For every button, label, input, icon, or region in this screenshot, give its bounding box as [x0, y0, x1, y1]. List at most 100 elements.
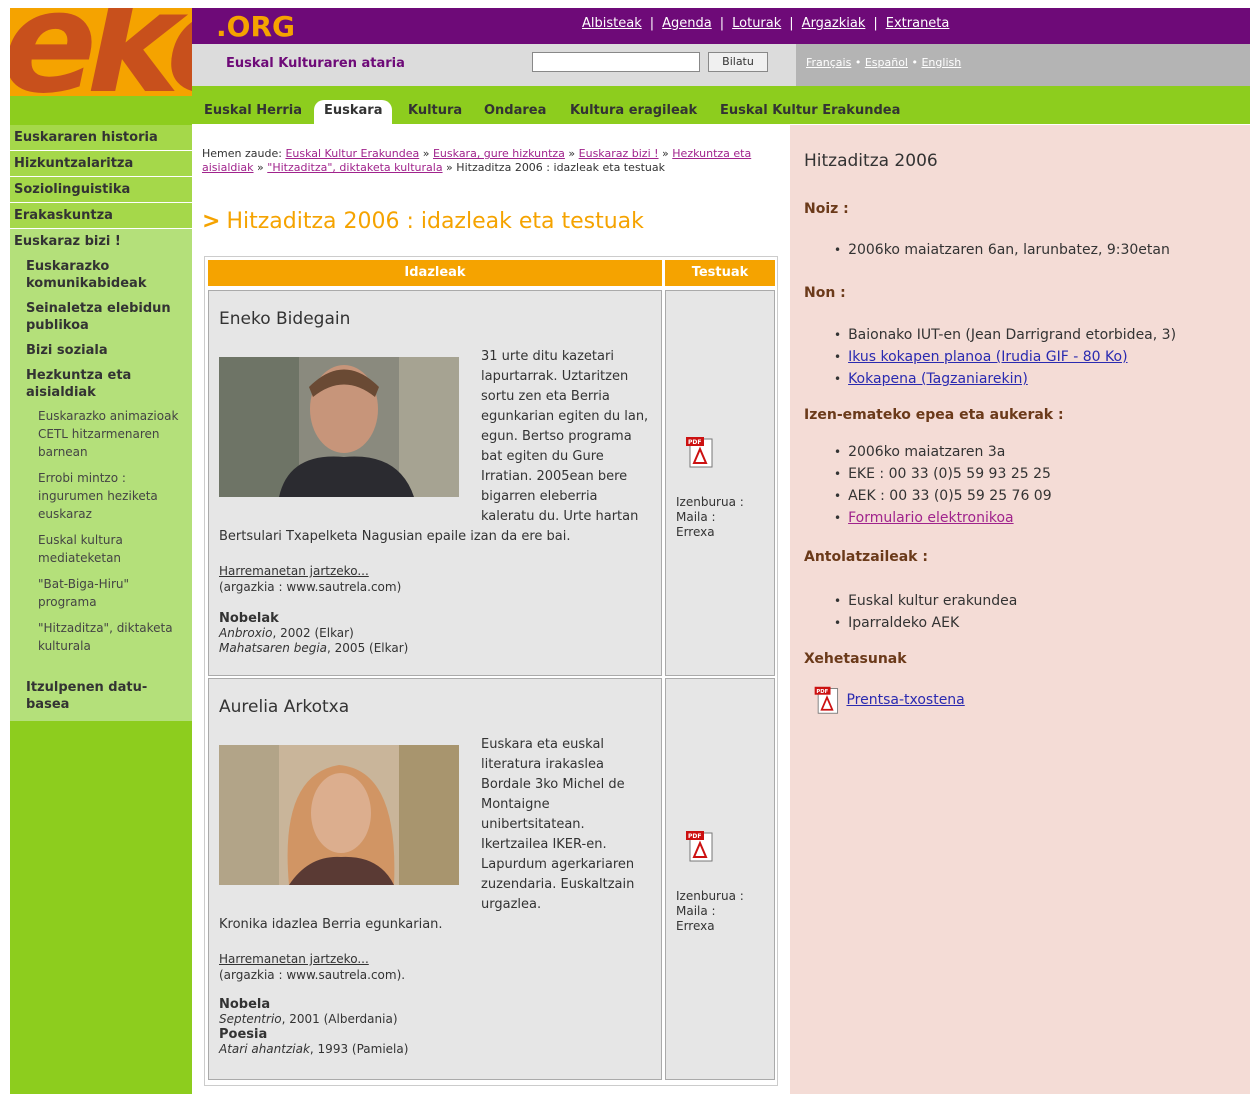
- svg-text:PDF: PDF: [688, 833, 701, 840]
- search-button[interactable]: Bilatu: [708, 52, 768, 72]
- author-name: Aurelia Arkotxa: [219, 697, 350, 717]
- list-item: Baionako IUT-en (Jean Darrigrand etorbid…: [834, 324, 1176, 346]
- sidebar-subitem-komunikabideak[interactable]: Euskarazko komunikabideak: [10, 254, 192, 296]
- section-izen-ematea: Izen-emateko epea eta aukerak :: [804, 407, 1064, 423]
- sidebar-subsubitem-bat-biga-hiru[interactable]: "Bat-Biga-Hiru" programa: [10, 573, 192, 617]
- sidebar-subitem-itzulpenen[interactable]: Itzulpenen datu-basea: [10, 669, 192, 721]
- books-category: Nobela: [219, 997, 271, 1012]
- pdf-icon[interactable]: PDF: [684, 829, 716, 863]
- location-link[interactable]: Kokapena (Tagzaniarekin): [848, 371, 1028, 387]
- sidebar-subsubitem-mediateketan[interactable]: Euskal kultura mediateketan: [10, 529, 192, 573]
- sidebar-item-soziolinguistika[interactable]: Soziolinguistika: [10, 177, 192, 203]
- list-item: 2006ko maiatzaren 6an, larunbatez, 9:30e…: [834, 239, 1170, 261]
- breadcrumb-link[interactable]: Euskal Kultur Erakundea: [285, 147, 419, 160]
- author-cell: Eneko Bidegain 31 urte ditu kazetari lap…: [208, 290, 662, 676]
- author-bio: Euskara eta euskal literatura irakaslea …: [481, 737, 635, 912]
- svg-text:PDF: PDF: [688, 439, 701, 446]
- book-entry: Atari ahantziak, 1993 (Pamiela): [219, 1042, 409, 1056]
- list-item: AEK : 00 33 (0)5 59 25 76 09: [834, 485, 1052, 507]
- author-books: Nobelak Anbroxio, 2002 (Elkar) Mahatsare…: [219, 611, 408, 656]
- main-content: Hemen zaude: Euskal Kultur Erakundea » E…: [192, 125, 790, 1094]
- text-meta: Izenburua : Maila : Errexa: [676, 889, 744, 933]
- map-link[interactable]: Ikus kokapen planoa (Irudia GIF - 80 Ko): [848, 349, 1127, 365]
- list-item: Ikus kokapen planoa (Irudia GIF - 80 Ko): [834, 346, 1176, 368]
- top-link-argazkiak[interactable]: Argazkiak: [802, 16, 866, 31]
- pdf-icon[interactable]: PDF: [812, 685, 842, 715]
- breadcrumb-prefix: Hemen zaude:: [202, 147, 282, 160]
- breadcrumb-link[interactable]: Euskaraz bizi !: [579, 147, 659, 160]
- tab-euskal-kultur-erakundea[interactable]: Euskal Kultur Erakundea: [710, 100, 910, 124]
- contact-link[interactable]: Harremanetan jartzeko...: [219, 564, 369, 578]
- top-link-loturak[interactable]: Loturak: [732, 16, 781, 31]
- form-link[interactable]: Formulario elektronikoa: [848, 510, 1014, 526]
- photo-credit: (argazkia : www.sautrela.com): [219, 580, 402, 594]
- search-bar: Euskal Kulturaren ataria Bilatu Français…: [192, 44, 1250, 86]
- top-link-agenda[interactable]: Agenda: [662, 16, 712, 31]
- main-nav: Euskal Herria Euskara Kultura Ondarea Ku…: [192, 86, 1250, 124]
- sidebar-subsubitem-hitzaditza[interactable]: "Hitzaditza", diktaketa kulturala: [10, 617, 192, 661]
- search-input[interactable]: [532, 52, 700, 72]
- tab-ondarea[interactable]: Ondarea: [474, 100, 556, 124]
- sidebar-subsubitem-errobi-mintzo[interactable]: Errobi mintzo : ingurumen heziketa euska…: [10, 467, 192, 529]
- author-cell: Aurelia Arkotxa Euskara eta euskal liter…: [208, 678, 662, 1080]
- author-photo: [219, 745, 459, 885]
- books-category: Poesia: [219, 1027, 268, 1042]
- section-noiz: Noiz :: [804, 201, 849, 217]
- author-name: Eneko Bidegain: [219, 309, 351, 329]
- sidebar-item-erakaskuntza[interactable]: Erakaskuntza: [10, 203, 192, 229]
- lang-english[interactable]: English: [921, 56, 961, 69]
- tab-kultura-eragileak[interactable]: Kultura eragileak: [560, 100, 707, 124]
- author-bio-continued: Bertsulari Txapelketa Nagusian epaile iz…: [219, 529, 571, 544]
- lang-spanish[interactable]: Español: [865, 56, 908, 69]
- sidebar-item-euskaraz-bizi[interactable]: Euskaraz bizi !: [10, 229, 192, 254]
- book-entry: Septentrio, 2001 (Alberdania): [219, 1012, 398, 1026]
- column-header-idazleak: Idazleak: [208, 260, 662, 286]
- contact-link[interactable]: Harremanetan jartzeko...: [219, 952, 369, 966]
- list-item: Euskal kultur erakundea: [834, 590, 1017, 612]
- pdf-icon[interactable]: PDF: [684, 435, 716, 469]
- top-links: Albisteak | Agenda | Loturak | Argazkiak | Extra…: [582, 16, 950, 31]
- list-item: Kokapena (Tagzaniarekin): [834, 368, 1176, 390]
- tab-euskara[interactable]: Euskara: [314, 100, 393, 124]
- tagline: Euskal Kulturaren ataria: [226, 56, 405, 71]
- breadcrumb-link[interactable]: Euskara, gure hizkuntza: [433, 147, 565, 160]
- photo-credit: (argazkia : www.sautrela.com).: [219, 968, 406, 982]
- lang-french[interactable]: Français: [806, 56, 851, 69]
- column-header-testuak: Testuak: [665, 260, 775, 286]
- site-logo[interactable]: eke: [10, 8, 192, 125]
- sidebar-subitem-bizi-soziala[interactable]: Bizi soziala: [10, 338, 192, 363]
- section-non: Non :: [804, 285, 846, 301]
- press-kit-link[interactable]: Prentsa-txostena: [846, 692, 964, 708]
- top-link-extraneta[interactable]: Extraneta: [886, 16, 950, 31]
- breadcrumb-current: Hitzaditza 2006 : idazleak eta testuak: [456, 161, 666, 174]
- top-bar: .ORG Albisteak | Agenda | Loturak | Argazkiak |…: [192, 8, 1250, 44]
- language-links: Français • Español • English: [806, 56, 962, 69]
- list-item: Iparraldeko AEK: [834, 612, 1017, 634]
- tab-kultura[interactable]: Kultura: [398, 100, 472, 124]
- top-link-albisteak[interactable]: Albisteak: [582, 16, 642, 31]
- page-title-text: Hitzaditza 2006 : idazleak eta testuak: [226, 209, 644, 234]
- book-entry: Mahatsaren begia, 2005 (Elkar): [219, 641, 409, 655]
- sidebar-submenu: Euskaraz bizi ! Euskarazko komunikabidea…: [10, 229, 192, 669]
- sidebar-subitem-seinaletza[interactable]: Seinaletza elebidun publikoa: [10, 296, 192, 338]
- author-photo: [219, 357, 459, 497]
- press-kit: PDF Prentsa-txostena: [812, 685, 965, 715]
- book-entry: Anbroxio, 2002 (Elkar): [219, 626, 354, 640]
- sidebar-subitem-hezkuntza[interactable]: Hezkuntza eta aisialdiak: [10, 363, 192, 405]
- language-bar: Français • Español • English: [796, 44, 1250, 86]
- author-bio: 31 urte ditu kazetari lapurtarrak. Uztar…: [481, 349, 649, 524]
- text-meta: Izenburua : Maila : Errexa: [676, 495, 744, 539]
- author-contact: Harremanetan jartzeko... (argazkia : www…: [219, 951, 405, 983]
- text-cell: PDF Izenburua : Maila : Errexa: [665, 678, 775, 1080]
- breadcrumb-link[interactable]: "Hitzaditza", diktaketa kulturala: [267, 161, 442, 174]
- event-title: Hitzaditza 2006: [804, 151, 938, 171]
- authors-table: Idazleak Testuak Eneko Bidegain 31 urte …: [204, 256, 778, 1086]
- section-antolatzaileak: Antolatzaileak :: [804, 549, 928, 565]
- sidebar-subsubitem-animazioak[interactable]: Euskarazko animazioak CETL hitzarmenaren…: [10, 405, 192, 467]
- section-xehetasunak: Xehetasunak: [804, 651, 907, 667]
- tab-euskal-herria[interactable]: Euskal Herria: [194, 100, 312, 124]
- sidebar-item-hizkuntzalaritza[interactable]: Hizkuntzalaritza: [10, 151, 192, 177]
- sidebar-item-euskararen-historia[interactable]: Euskararen historia: [10, 125, 192, 151]
- sidebar: Euskararen historia Hizkuntzalaritza Soz…: [10, 125, 192, 1094]
- event-info-panel: Hitzaditza 2006 Noiz : 2006ko maiatzaren…: [790, 125, 1250, 1094]
